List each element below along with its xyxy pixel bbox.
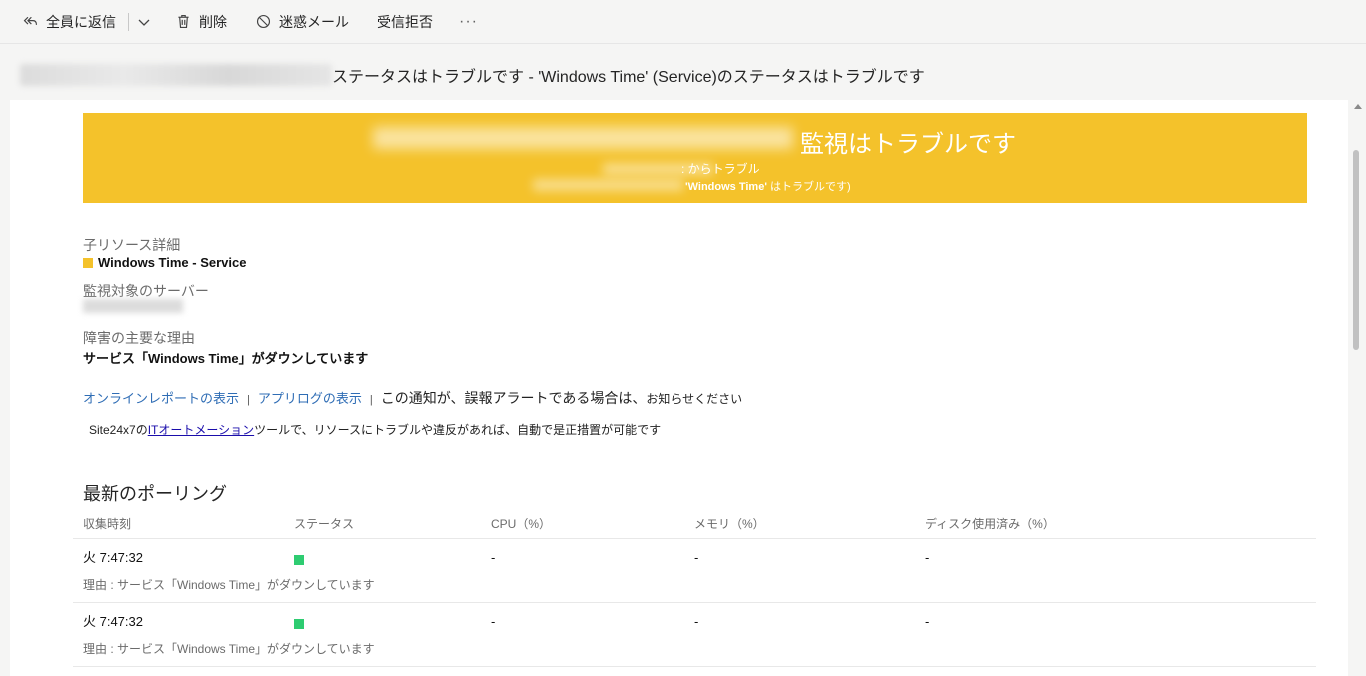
reason-value: サービス「Windows Time」がダウンしています	[83, 351, 369, 366]
junk-label: 迷惑メール	[279, 13, 349, 30]
row-memory: -	[694, 614, 699, 629]
child-resource-value: Windows Time - Service	[83, 255, 246, 270]
chevron-down-icon[interactable]	[137, 15, 151, 29]
redacted-monitor-name	[373, 127, 793, 149]
subject-text: ステータスはトラブルです - 'Windows Time' (Service)の…	[332, 69, 925, 86]
banner-detail-status: はトラブルです)	[766, 181, 851, 193]
child-resource-label: 子リソース詳細	[83, 237, 181, 253]
action-links: オンラインレポートの表示 | アプリログの表示 | この通知が、誤報アラートである場合は…	[83, 388, 742, 408]
redacted-sender	[20, 64, 332, 86]
reply-all-label: 全員に返信	[46, 13, 116, 30]
false-alarm-tail: お知らせください	[646, 392, 743, 406]
block-icon	[256, 14, 271, 29]
trash-icon	[178, 14, 189, 29]
more-options-button[interactable]: ···	[459, 13, 478, 31]
message-subject: ステータスはトラブルです - 'Windows Time' (Service)の…	[20, 60, 925, 90]
false-alarm-main: この通知が、誤報アラートである場合は、	[380, 390, 647, 406]
alert-banner: 監視はトラブルです : からトラブル 'Windows Time' はトラブルで…	[83, 113, 1307, 203]
row-cpu: -	[491, 550, 496, 565]
vertical-scrollbar[interactable]	[1350, 100, 1366, 676]
toolbar-divider	[128, 12, 129, 31]
col-header-memory: メモリ（%）	[694, 517, 765, 531]
col-header-disk: ディスク使用済み（%）	[925, 517, 1055, 531]
message-body: 監視はトラブルです : からトラブル 'Windows Time' はトラブルで…	[10, 100, 1348, 676]
command-toolbar: 全員に返信 削除 迷惑メール 受信拒否 ···	[0, 0, 1366, 44]
server-label: 監視対象のサーバー	[83, 283, 209, 299]
automation-note: Site24x7のITオートメーションツールで、リソースにトラブルや違反があれば…	[89, 421, 661, 438]
row-memory: -	[694, 550, 699, 565]
redacted-detail	[533, 179, 683, 191]
scroll-thumb[interactable]	[1353, 150, 1359, 350]
delete-label: 削除	[199, 13, 227, 30]
row-cpu: -	[491, 614, 496, 629]
status-up-icon	[294, 619, 304, 629]
automation-prefix: Site24x7の	[89, 423, 148, 437]
polling-title: 最新のポーリング	[83, 484, 227, 504]
redacted-server	[83, 299, 183, 313]
reason-label: 障害の主要な理由	[83, 330, 195, 346]
row-reason: 理由 : サービス「Windows Time」がダウンしています	[83, 642, 375, 656]
scroll-up-icon[interactable]	[1354, 104, 1362, 109]
row-time: 火 7:47:32	[83, 614, 143, 629]
table-divider	[73, 666, 1316, 667]
link-divider: |	[247, 394, 250, 406]
child-resource-name: Windows Time - Service	[98, 255, 247, 270]
it-automation-link[interactable]: ITオートメーション	[148, 423, 254, 437]
block-sender-label: 受信拒否	[377, 13, 433, 30]
table-divider	[73, 602, 1316, 603]
banner-detail-service: 'Windows Time'	[685, 181, 767, 193]
app-log-link[interactable]: アプリログの表示	[258, 391, 362, 406]
table-divider	[73, 538, 1316, 539]
automation-suffix: ツールで、リソースにトラブルや違反があれば、自動で是正措置が可能です	[254, 423, 662, 437]
delete-button[interactable]: 削除	[171, 7, 231, 37]
col-header-time: 収集時刻	[83, 517, 132, 531]
col-header-cpu: CPU（%）	[491, 517, 552, 531]
status-square-icon	[83, 258, 93, 268]
reply-all-button[interactable]: 全員に返信	[18, 7, 120, 37]
reply-all-icon	[23, 16, 38, 25]
online-report-link[interactable]: オンラインレポートの表示	[83, 391, 239, 406]
junk-button[interactable]: 迷惑メール	[251, 7, 353, 37]
banner-subtitle: : からトラブル	[681, 162, 760, 176]
banner-title: 監視はトラブルです	[800, 131, 1016, 158]
link-divider: |	[369, 394, 373, 406]
col-header-status: ステータス	[294, 517, 355, 531]
banner-detail: 'Windows Time' はトラブルです)	[685, 178, 851, 194]
status-up-icon	[294, 555, 304, 565]
row-reason: 理由 : サービス「Windows Time」がダウンしています	[83, 578, 375, 592]
row-time: 火 7:47:32	[83, 550, 143, 565]
block-sender-button[interactable]: 受信拒否	[373, 7, 437, 37]
row-disk: -	[925, 614, 930, 629]
row-disk: -	[925, 550, 930, 565]
false-alarm-text[interactable]: この通知が、誤報アラートである場合は、お知らせください	[381, 390, 742, 406]
